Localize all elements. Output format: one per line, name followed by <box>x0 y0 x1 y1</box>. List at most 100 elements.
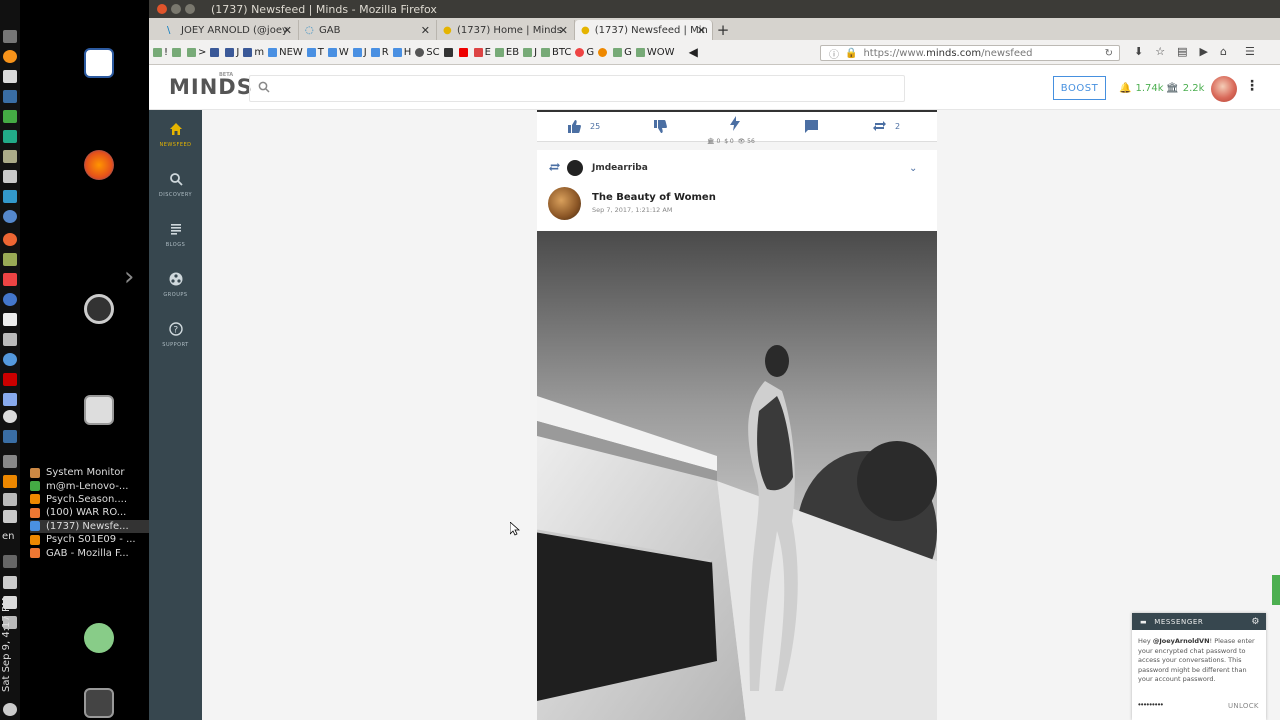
owner-avatar[interactable] <box>548 187 581 220</box>
bookmark[interactable]: NEW <box>268 47 303 58</box>
post-image[interactable] <box>537 231 937 720</box>
tab-minds-home[interactable]: ● (1737) Home | Minds ✕ <box>437 20 575 40</box>
user-logout-icon[interactable] <box>84 623 114 653</box>
bookmark[interactable]: W <box>327 47 349 58</box>
bookmark[interactable] <box>443 47 455 57</box>
ubuntu-logo-icon[interactable] <box>84 294 114 324</box>
task-item[interactable]: Psych.Season.... <box>30 493 149 506</box>
home-icon[interactable]: ⌂ <box>1220 45 1227 58</box>
sync-icon[interactable] <box>3 510 17 523</box>
downvote-button[interactable] <box>653 120 667 133</box>
task-item[interactable]: (100) WAR RO... <box>30 506 149 519</box>
app-icon-stack[interactable] <box>3 150 17 163</box>
minds-logo[interactable]: MINDS BETA <box>169 72 253 99</box>
bookmark[interactable]: G <box>575 47 594 58</box>
new-tab-button[interactable]: + <box>713 20 733 40</box>
bookmark[interactable]: m <box>243 47 264 58</box>
notifications-button[interactable]: 🔔 1.74k <box>1119 83 1164 94</box>
task-item[interactable]: m@m-Lenovo-... <box>30 479 149 492</box>
reminder-name[interactable]: Jmdearriba <box>592 163 648 173</box>
app-icon-green[interactable] <box>3 110 17 123</box>
bookmark[interactable]: > <box>187 47 206 58</box>
editor-icon[interactable] <box>3 70 17 83</box>
bookmark[interactable]: J <box>523 47 537 58</box>
app-icon-light[interactable] <box>3 393 17 406</box>
reminder-avatar[interactable] <box>567 160 583 176</box>
tab-gab[interactable]: ◌ GAB ✕ <box>299 20 437 40</box>
language-indicator[interactable]: en <box>2 531 15 542</box>
sidebar-item-support[interactable]: ? SUPPORT <box>149 322 202 348</box>
chat-password-input[interactable] <box>1138 700 1218 709</box>
reading-list-icon[interactable]: ▤ <box>1177 45 1187 58</box>
wire-button[interactable] <box>729 116 741 131</box>
bookmark[interactable]: T <box>306 47 324 58</box>
more-vert-icon[interactable]: ⋮ <box>1245 78 1259 94</box>
app-icon-olive[interactable] <box>3 253 17 266</box>
bookmark-star-icon[interactable]: ☆ <box>1155 45 1165 58</box>
unlock-button[interactable]: UNLOCK <box>1228 702 1259 710</box>
upvote-button[interactable]: 25 <box>567 120 600 133</box>
url-bar[interactable]: ⓘ 🔒 https://www. minds.com/newsfeed ↻ <box>820 45 1120 61</box>
vlc-tray-icon[interactable] <box>3 475 17 488</box>
ubuntu-icon[interactable] <box>3 233 17 246</box>
bookmark[interactable] <box>458 47 470 57</box>
bookmark[interactable]: BTC <box>541 47 571 58</box>
back-arrow-icon[interactable]: ◀ <box>689 45 698 59</box>
close-icon[interactable]: ✕ <box>559 24 568 37</box>
app-icon-blue[interactable] <box>3 210 17 223</box>
sidebar-item-discovery[interactable]: DISCOVERY <box>149 172 202 198</box>
power-icon[interactable] <box>3 703 17 716</box>
bookmark[interactable]: E <box>473 47 491 58</box>
minimize-window-icon[interactable] <box>171 4 181 14</box>
task-item[interactable]: System Monitor <box>30 466 149 479</box>
app-icon-gray[interactable] <box>3 170 17 183</box>
bookmark[interactable]: H <box>392 47 411 58</box>
chrome-icon[interactable] <box>3 293 17 306</box>
remind-button[interactable]: 2 <box>873 120 900 132</box>
post-title[interactable]: The Beauty of Women <box>592 192 716 203</box>
file-cabinet-icon[interactable] <box>84 395 114 425</box>
app-icon-red[interactable] <box>3 273 17 286</box>
firefox-icon[interactable] <box>84 150 114 180</box>
bookmark[interactable]: J <box>352 47 367 58</box>
wifi-icon[interactable] <box>3 493 17 506</box>
webcam-icon[interactable] <box>3 313 17 326</box>
bookmark[interactable]: J <box>225 47 239 58</box>
bookmark[interactable]: SC <box>415 47 440 58</box>
task-item[interactable]: (1737) Newsfe... <box>30 519 149 533</box>
volume-icon[interactable] <box>3 576 17 589</box>
bookmark[interactable]: WOW <box>635 47 675 58</box>
mic-icon[interactable] <box>3 555 17 568</box>
bookmark[interactable]: ! <box>153 47 168 58</box>
atom-icon[interactable] <box>3 353 17 366</box>
comment-button[interactable] <box>805 120 818 133</box>
tab-minds-newsfeed[interactable]: ● (1737) Newsfeed | Min ✕ <box>575 20 713 40</box>
avatar[interactable] <box>1211 76 1237 102</box>
document-icon[interactable] <box>84 48 114 78</box>
filezilla-icon[interactable] <box>3 373 17 386</box>
chevron-right-icon[interactable]: › <box>124 262 134 292</box>
chevron-down-icon[interactable]: ⌄ <box>909 163 917 174</box>
bookmark[interactable] <box>172 47 183 57</box>
search-input[interactable] <box>278 80 878 98</box>
info-icon[interactable]: ⓘ <box>829 46 839 61</box>
close-icon[interactable]: ✕ <box>421 24 430 37</box>
close-icon[interactable]: ✕ <box>283 24 292 37</box>
boost-button[interactable]: BOOST <box>1053 76 1106 100</box>
maximize-window-icon[interactable] <box>185 4 195 14</box>
wallet-button[interactable]: 🏛 2.2k <box>1166 83 1204 94</box>
hamburger-menu-icon[interactable]: ☰ <box>1245 45 1255 58</box>
reload-icon[interactable]: ↻ <box>1105 48 1113 59</box>
youtube-icon[interactable]: ▶ <box>1200 45 1208 58</box>
bookmark[interactable]: G <box>613 47 632 58</box>
bitcoin-icon[interactable] <box>3 50 17 63</box>
bookmark[interactable] <box>210 47 221 57</box>
scrollbar-thumb[interactable] <box>1272 575 1280 605</box>
messenger-header[interactable]: ▬ MESSENGER ⚙ <box>1132 613 1266 630</box>
monitor-icon[interactable] <box>3 190 17 203</box>
trash-icon[interactable] <box>84 688 114 718</box>
close-icon[interactable]: ✕ <box>697 24 706 37</box>
sidebar-item-blogs[interactable]: BLOGS <box>149 222 202 248</box>
bookmark[interactable] <box>598 47 609 57</box>
download-icon[interactable]: ⬇ <box>1134 45 1143 58</box>
